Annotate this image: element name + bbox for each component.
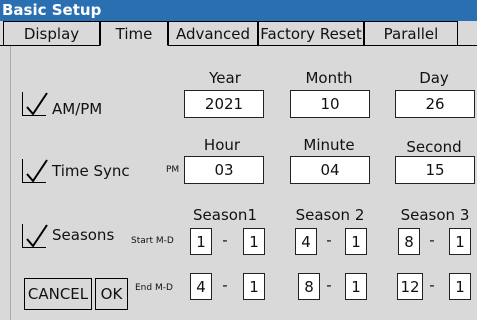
second-field[interactable]: 15 — [395, 156, 475, 184]
hour-label: Hour — [203, 136, 241, 154]
tab-bar: Display Time Advanced Factory Reset Para… — [0, 21, 477, 46]
day-label: Day — [419, 69, 449, 87]
dash: - — [222, 276, 228, 294]
season2-label: Season 2 — [295, 206, 365, 224]
season3-end-day[interactable]: 1 — [449, 273, 471, 300]
season1-end-day[interactable]: 1 — [243, 273, 265, 300]
tab-factory-reset[interactable]: Factory Reset — [258, 21, 364, 45]
checkmark-icon — [26, 159, 48, 183]
month-label: Month — [305, 69, 353, 87]
season3-end-month[interactable]: 12 — [397, 273, 423, 300]
timesync-label: Time Sync — [52, 162, 130, 180]
window-title: Basic Setup — [2, 1, 102, 19]
ampm-label: AM/PM — [52, 100, 103, 118]
season2-start-day[interactable]: 1 — [345, 228, 367, 255]
timesync-checkbox[interactable] — [22, 159, 48, 183]
pm-indicator: PM — [166, 165, 180, 175]
title-bar: Basic Setup — [0, 0, 477, 21]
dash: - — [429, 276, 435, 294]
season1-start-day[interactable]: 1 — [243, 228, 265, 255]
checkmark-icon — [26, 224, 48, 248]
minute-label: Minute — [303, 136, 355, 154]
season3-start-month[interactable]: 8 — [398, 228, 420, 255]
dash: - — [429, 231, 435, 249]
checkmark-icon — [26, 92, 48, 116]
season2-end-day[interactable]: 1 — [345, 273, 367, 300]
season3-start-day[interactable]: 1 — [449, 228, 471, 255]
year-field[interactable]: 2021 — [184, 90, 264, 118]
tab-advanced[interactable]: Advanced — [168, 21, 258, 45]
year-label: Year — [209, 69, 241, 87]
panel-left-edge — [10, 46, 11, 320]
tab-display[interactable]: Display — [3, 21, 100, 45]
ok-button[interactable]: OK — [95, 278, 128, 310]
ampm-checkbox[interactable] — [22, 92, 48, 116]
seasons-label: Seasons — [52, 226, 115, 244]
season1-start-month[interactable]: 1 — [190, 228, 212, 255]
start-md-label: Start M-D — [131, 236, 174, 246]
minute-field[interactable]: 04 — [290, 156, 370, 184]
month-field[interactable]: 10 — [290, 90, 370, 118]
dash: - — [222, 231, 228, 249]
second-label: Second — [406, 138, 462, 156]
day-field[interactable]: 26 — [395, 90, 475, 118]
dash: - — [326, 276, 332, 294]
cancel-button[interactable]: CANCEL — [24, 278, 92, 310]
season1-end-month[interactable]: 4 — [190, 273, 212, 300]
hour-field[interactable]: 03 — [184, 156, 264, 184]
dash: - — [326, 231, 332, 249]
tab-time[interactable]: Time — [100, 21, 168, 46]
season2-start-month[interactable]: 4 — [295, 228, 317, 255]
tab-parallel[interactable]: Parallel — [364, 21, 458, 45]
season2-end-month[interactable]: 8 — [298, 273, 320, 300]
end-md-label: End M-D — [135, 283, 173, 293]
season1-label: Season1 — [193, 206, 257, 224]
season3-label: Season 3 — [400, 206, 470, 224]
seasons-checkbox[interactable] — [22, 224, 48, 248]
